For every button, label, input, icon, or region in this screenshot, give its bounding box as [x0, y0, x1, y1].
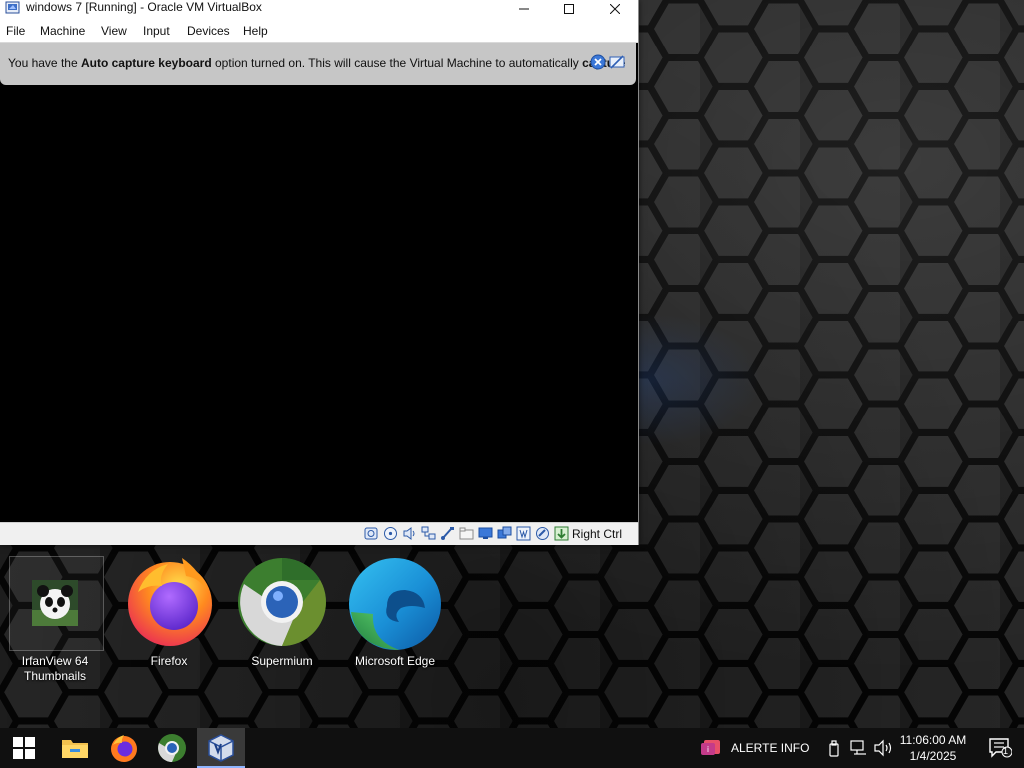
- notice-dismiss-icon[interactable]: [609, 54, 625, 70]
- svg-text:i: i: [707, 745, 709, 754]
- keyboard-capture-icon[interactable]: [554, 526, 569, 541]
- irfanview-panda-icon: [32, 580, 78, 626]
- usb-device-icon[interactable]: [828, 740, 840, 758]
- virtualbox-app-icon: [5, 1, 20, 14]
- virtualbox-window[interactable]: windows 7 [Running] - Oracle VM VirtualB…: [0, 0, 639, 545]
- menu-file[interactable]: File: [6, 24, 25, 38]
- taskbar-virtualbox[interactable]: [197, 728, 245, 768]
- menu-devices[interactable]: Devices: [187, 24, 230, 38]
- clock-date: 1/4/2025: [909, 749, 957, 763]
- notification-icon: [989, 738, 1012, 758]
- network-icon[interactable]: [421, 526, 436, 541]
- clock[interactable]: 11:06:00 AM 1/4/2025: [896, 732, 970, 764]
- shared-folders-icon[interactable]: [459, 526, 474, 541]
- supermium-icon: [238, 558, 326, 646]
- desktop-icon-firefox[interactable]: Firefox: [114, 556, 224, 669]
- menu-help[interactable]: Help: [243, 24, 268, 38]
- maximize-button[interactable]: [546, 0, 592, 17]
- display-icon[interactable]: [478, 526, 493, 541]
- windows-logo-icon: [13, 737, 35, 759]
- edge-icon: [349, 558, 441, 650]
- irfanview-label: IrfanView 64 Thumbnails: [21, 654, 89, 683]
- menu-machine[interactable]: Machine: [40, 24, 85, 38]
- hard-disk-icon[interactable]: [364, 526, 379, 541]
- optical-drive-icon[interactable]: [383, 526, 398, 541]
- network-icon[interactable]: [850, 740, 868, 756]
- minimize-button[interactable]: [501, 0, 547, 17]
- taskbar-firefox[interactable]: [100, 728, 148, 768]
- taskbar-supermium[interactable]: [148, 728, 196, 768]
- vm-display[interactable]: [0, 86, 638, 522]
- recording-icon[interactable]: [516, 526, 531, 541]
- notice-close-icon[interactable]: [590, 54, 606, 70]
- close-icon: [610, 3, 620, 14]
- desktop-icon-edge[interactable]: Microsoft Edge: [340, 556, 450, 669]
- minimize-icon: [519, 8, 529, 9]
- close-button[interactable]: [592, 0, 638, 17]
- usb-icon[interactable]: [440, 526, 455, 541]
- menu-input[interactable]: Input: [143, 24, 170, 38]
- desktop-icon-supermium[interactable]: Supermium: [227, 556, 337, 669]
- folder-icon: [62, 740, 88, 758]
- mouse-integration-icon[interactable]: [535, 526, 550, 541]
- volume-icon[interactable]: [873, 739, 893, 757]
- status-bar: Right Ctrl: [0, 522, 638, 545]
- firefox-icon: [128, 558, 212, 646]
- taskbar-file-explorer[interactable]: [51, 728, 99, 768]
- supermium-icon: [158, 734, 186, 762]
- virtualbox-icon: [208, 734, 234, 762]
- menu-bar: File Machine View Input Devices Help: [0, 17, 638, 43]
- firefox-icon: [111, 735, 137, 762]
- firefox-label: Firefox: [150, 654, 188, 668]
- maximize-icon: [564, 3, 574, 14]
- alert-info-icon[interactable]: i: [700, 738, 722, 758]
- supermium-label: Supermium: [251, 654, 313, 668]
- alert-info-label[interactable]: ALERTE INFO: [731, 741, 809, 755]
- video-capture-icon[interactable]: [497, 526, 512, 541]
- clock-time: 11:06:00 AM: [899, 733, 967, 747]
- start-button[interactable]: [0, 728, 48, 768]
- auto-capture-notice: You have the Auto capture keyboard optio…: [0, 43, 636, 85]
- notification-count: 1: [1003, 746, 1009, 756]
- title-bar[interactable]: windows 7 [Running] - Oracle VM VirtualB…: [0, 0, 638, 17]
- desktop-icon-irfanview[interactable]: IrfanView 64 Thumbnails: [0, 556, 110, 684]
- notification-center-button[interactable]: 1: [976, 728, 1024, 768]
- edge-label: Microsoft Edge: [354, 654, 436, 668]
- taskbar: i ALERTE INFO 11:06:00 AM 1/4/2025 1: [0, 728, 1024, 768]
- notice-text: You have the Auto capture keyboard optio…: [8, 56, 625, 70]
- menu-view[interactable]: View: [101, 24, 127, 38]
- audio-icon[interactable]: [402, 526, 417, 541]
- window-title: windows 7 [Running] - Oracle VM VirtualB…: [26, 0, 262, 14]
- host-key-label: Right Ctrl: [572, 527, 623, 541]
